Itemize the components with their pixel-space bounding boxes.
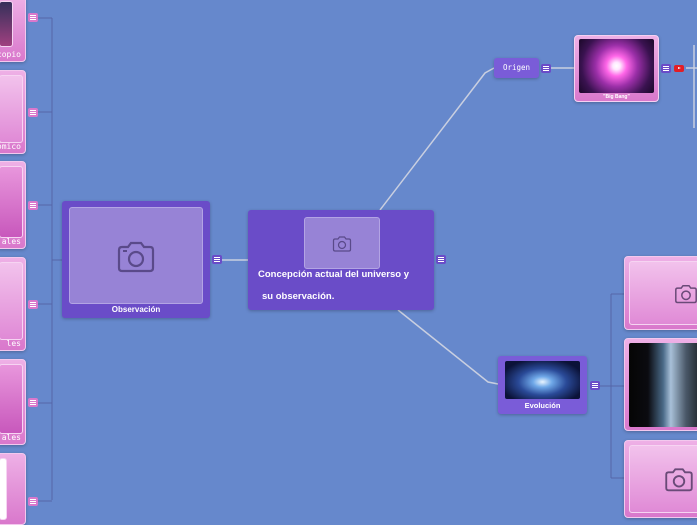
origen-menu-icon[interactable]	[541, 64, 551, 73]
left-topic-1[interactable]: copio	[0, 0, 26, 62]
left-topic-3-label: ales	[1, 237, 21, 246]
left-topic-6[interactable]	[0, 453, 26, 525]
left-topic-4-label: les	[6, 339, 21, 348]
observacion-node[interactable]: Observación	[62, 201, 210, 318]
camera-icon	[117, 241, 155, 272]
left-topic-4-menu-icon[interactable]	[28, 300, 38, 309]
camera-icon	[665, 468, 693, 492]
central-photo	[304, 217, 380, 269]
big-bang-menu-icon[interactable]	[661, 64, 671, 73]
evolucion-image	[505, 361, 580, 399]
central-title-line2: su observación.	[262, 291, 335, 302]
right-topic-2-image	[629, 343, 697, 427]
evolucion-label: Evolución	[524, 401, 561, 410]
observacion-menu-icon[interactable]	[212, 255, 222, 264]
left-topic-5-menu-icon[interactable]	[28, 398, 38, 407]
right-topic-2[interactable]	[624, 338, 697, 431]
big-bang-image	[579, 39, 654, 93]
camera-icon	[332, 235, 352, 252]
evolucion-menu-icon[interactable]	[590, 381, 600, 390]
left-topic-4[interactable]: les	[0, 257, 26, 351]
left-topic-2-menu-icon[interactable]	[28, 108, 38, 117]
left-topic-5-label: ales	[1, 433, 21, 442]
left-topic-2[interactable]: ómico	[0, 70, 26, 154]
central-menu-icon[interactable]	[436, 255, 446, 264]
central-title-line1: Concepción actual del universo y	[258, 269, 409, 280]
right-topic-3[interactable]	[624, 440, 697, 518]
left-topic-1-label: copio	[0, 50, 21, 59]
left-topic-1-menu-icon[interactable]	[28, 13, 38, 22]
observacion-label: Observación	[111, 305, 161, 314]
left-topic-6-menu-icon[interactable]	[28, 497, 38, 506]
central-topic[interactable]: Concepción actual del universo y su obse…	[248, 210, 434, 310]
origen-node[interactable]: Origen	[494, 58, 539, 78]
left-topic-2-label: ómico	[0, 142, 21, 151]
youtube-icon[interactable]	[674, 65, 684, 72]
big-bang-label: "Big Bang"	[603, 94, 630, 100]
left-topic-3-menu-icon[interactable]	[28, 201, 38, 210]
observacion-photo	[69, 207, 203, 304]
right-topic-1[interactable]	[624, 256, 697, 330]
origen-label: Origen	[502, 63, 531, 72]
big-bang-node[interactable]: "Big Bang"	[574, 35, 659, 102]
camera-icon	[675, 284, 697, 303]
left-topic-3[interactable]: ales	[0, 161, 26, 249]
evolucion-node[interactable]: Evolución	[498, 356, 587, 414]
left-topic-5[interactable]: ales	[0, 359, 26, 445]
